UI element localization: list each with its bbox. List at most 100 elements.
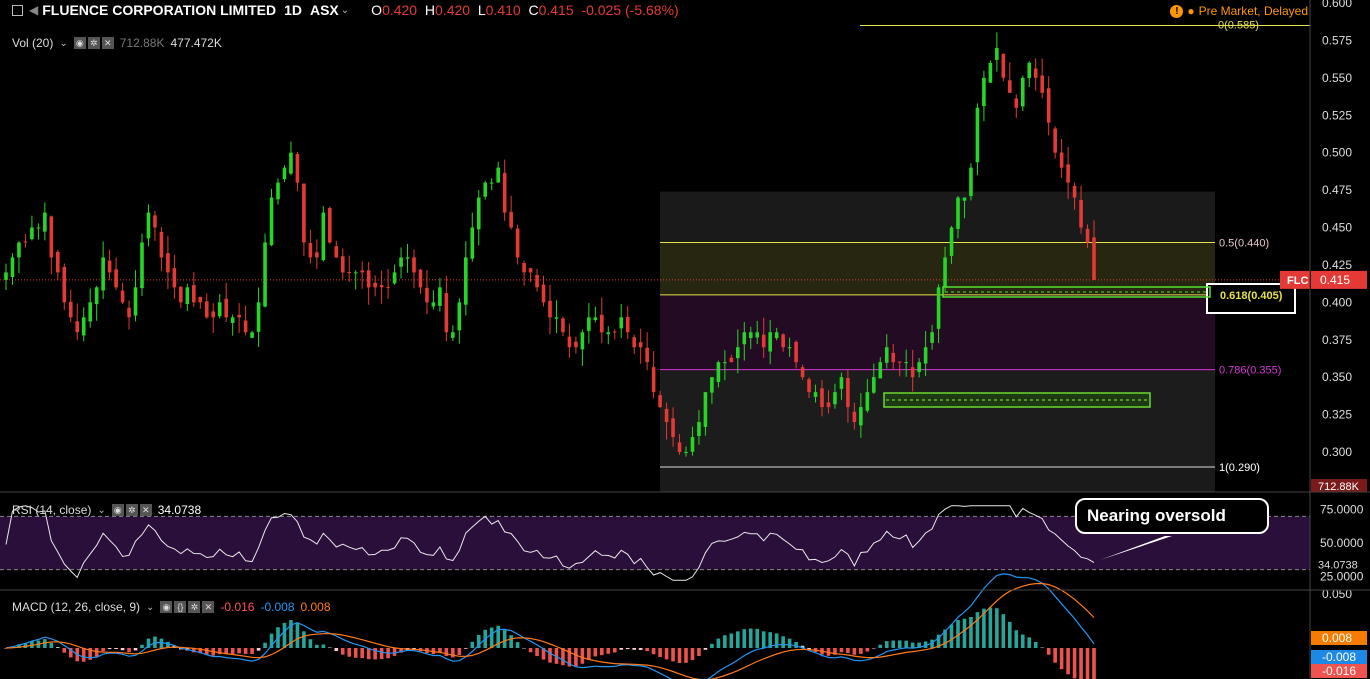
macd-hist-bar [891, 640, 896, 648]
indicator-tools: ◉ ✲ ✕ [73, 37, 114, 49]
candle-body [884, 347, 889, 363]
price-tick: 0.425 [1322, 258, 1352, 272]
chart-canvas[interactable]: 0(0.585) 0.5(0.440) 0.786(0.355) 1(0.290) 0.… [0, 0, 1370, 679]
candle-body [392, 272, 397, 284]
candle-body [373, 282, 377, 288]
candle-body [865, 392, 870, 411]
eye-icon[interactable]: ◉ [160, 601, 173, 613]
macd-hist-bar [444, 648, 449, 656]
macd-hist-bar [787, 638, 792, 648]
price-tick: 0.400 [1322, 295, 1352, 309]
candle-body [127, 307, 131, 318]
gear-icon[interactable]: ✲ [87, 37, 100, 49]
candle-body [120, 290, 125, 303]
macd-hist-bar [651, 648, 656, 655]
macd-hist-bar [114, 648, 118, 649]
candle-body [800, 367, 805, 378]
candle-body [1027, 62, 1032, 79]
collapse-icon[interactable] [12, 4, 23, 16]
candle-body [243, 320, 248, 333]
macd-hist-bar [859, 648, 863, 654]
close-icon[interactable]: ✕ [101, 37, 114, 49]
rsi-label[interactable]: RSI (14, close) [12, 503, 91, 517]
chevron-down-icon[interactable]: ⌄ [97, 505, 105, 516]
candle-body [192, 285, 196, 303]
interval[interactable]: 1D [284, 2, 302, 18]
macd-hist-bar [969, 616, 973, 648]
candle-body [295, 153, 300, 183]
chart-header: ◀ FLUENCE CORPORATION LIMITED 1D ASX ⌄ O… [0, 0, 679, 20]
status-text: Pre Market, Delayed [1198, 4, 1308, 18]
macd-hist-bar [703, 648, 708, 650]
candle-body [528, 268, 533, 273]
candle-body [891, 352, 896, 363]
candle-body [658, 395, 662, 408]
price-axis[interactable]: 0.600 0.575 0.550 0.525 0.500 0.475 0.450 0.425… [1280, 0, 1367, 493]
candle-body [982, 77, 986, 107]
candle-body [412, 257, 416, 273]
candle-body [619, 317, 624, 329]
vol-label[interactable]: Vol (20) [12, 36, 53, 50]
eye-icon[interactable]: ◉ [111, 504, 124, 516]
exchange[interactable]: ASX [310, 2, 339, 18]
annotation-callout[interactable]: Nearing oversold [1075, 498, 1269, 534]
macd-hist-bar [392, 648, 397, 656]
candle-body [340, 256, 345, 273]
macd-value-3: 0.008 [300, 600, 331, 614]
close-icon[interactable]: ✕ [202, 601, 215, 613]
macd-hist-bar [664, 648, 669, 660]
candle-body [308, 243, 313, 258]
candle-body [347, 271, 352, 273]
rsi-tick: 25.0000 [1320, 569, 1364, 583]
chevron-down-icon[interactable]: ⌄ [59, 38, 67, 49]
candle-body [328, 207, 332, 243]
candle-body [334, 246, 339, 258]
macd-hist-bar [638, 648, 643, 650]
close-icon[interactable]: ✕ [139, 504, 152, 516]
candle-body [353, 272, 358, 274]
flag-icon[interactable]: ◀ [29, 3, 38, 17]
candle-body [1040, 75, 1044, 93]
gear-icon[interactable]: ✲ [125, 504, 138, 516]
symbol-badge-text: FLC [1287, 275, 1308, 287]
candle-body [230, 317, 235, 323]
chevron-down-icon[interactable]: ⌄ [341, 5, 349, 16]
chevron-down-icon[interactable]: ⌄ [146, 602, 154, 613]
candle-body [995, 47, 999, 60]
ohlc-values: O0.420 H0.420 L0.410 C0.415 -0.025 (-5.6… [371, 2, 679, 18]
macd-hist-bar [839, 648, 844, 653]
candle-body [451, 332, 455, 338]
macd-legend: MACD (12, 26, close, 9) ⌄ ◉{} ✲ ✕ -0.016 -… [12, 600, 331, 614]
rsi-last-label: 34.0738 [1318, 559, 1358, 571]
candle-body [282, 167, 287, 180]
macd-hist-bar [302, 631, 306, 648]
eye-icon[interactable]: ◉ [73, 37, 86, 49]
macd-hist-bar [872, 648, 876, 649]
symbol-name[interactable]: FLUENCE CORPORATION LIMITED [42, 2, 276, 18]
candle-body [1092, 237, 1096, 280]
macd-hist-bar [528, 648, 533, 653]
candle-body [1059, 152, 1064, 168]
price-tick: 0.375 [1322, 333, 1352, 347]
gear-icon[interactable]: ✲ [188, 601, 201, 613]
candle-body [68, 301, 73, 318]
candle-body [522, 263, 526, 273]
code-icon[interactable]: {} [174, 601, 187, 613]
candle-body [10, 257, 15, 278]
candle-body [593, 317, 598, 320]
candle-body [600, 314, 604, 333]
candle-body [755, 332, 760, 338]
candle-body [315, 252, 319, 258]
macd-hist-bar [1046, 648, 1051, 655]
candle-body [820, 388, 824, 408]
indicator-tools: ◉ ✲ ✕ [111, 504, 152, 516]
macd-hist-bar [107, 648, 112, 650]
macd-hist-bar [548, 648, 552, 663]
macd-hist-bar [1020, 634, 1025, 648]
macd-hist-bar [347, 648, 352, 657]
macd-hist-bar [140, 644, 144, 648]
market-status[interactable]: ! ● Pre Market, Delayed [1170, 4, 1308, 18]
macd-label[interactable]: MACD (12, 26, close, 9) [12, 600, 140, 614]
candle-body [580, 332, 585, 350]
macd-hist-bar [671, 648, 675, 662]
